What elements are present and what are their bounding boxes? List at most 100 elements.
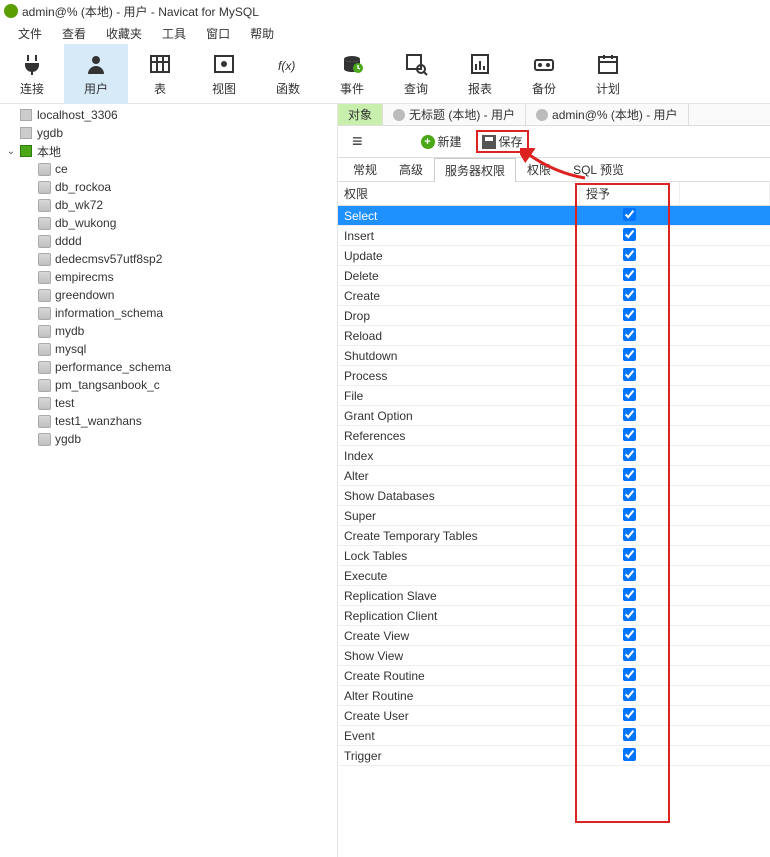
permission-row[interactable]: Grant Option [338,406,770,426]
menu-窗口[interactable]: 窗口 [196,23,240,44]
database-information_schema[interactable]: information_schema [0,304,337,322]
toolbar-report[interactable]: 报表 [448,44,512,104]
subtab-SQL 预览[interactable]: SQL 预览 [562,157,635,181]
database-db_wukong[interactable]: db_wukong [0,214,337,232]
menu-查看[interactable]: 查看 [52,23,96,44]
toolbar-query[interactable]: 查询 [384,44,448,104]
permission-row[interactable]: Replication Client [338,606,770,626]
grant-checkbox[interactable] [623,748,636,761]
permission-row[interactable]: Index [338,446,770,466]
toolbar-fx[interactable]: f(x)函数 [256,44,320,104]
grant-checkbox[interactable] [623,608,636,621]
database-db_rockoa[interactable]: db_rockoa [0,178,337,196]
caret-icon[interactable]: ⌄ [4,146,18,157]
database-performance_schema[interactable]: performance_schema [0,358,337,376]
tab[interactable]: 对象 [338,104,383,125]
grant-checkbox[interactable] [623,728,636,741]
toolbar-event[interactable]: 事件 [320,44,384,104]
database-dddd[interactable]: dddd [0,232,337,250]
menu-工具[interactable]: 工具 [152,23,196,44]
tab[interactable]: 无标题 (本地) - 用户 [383,104,526,125]
permission-row[interactable]: References [338,426,770,446]
grant-checkbox[interactable] [623,308,636,321]
permissions-table[interactable]: 权限 授予 SelectInsertUpdateDeleteCreateDrop… [338,182,770,766]
toolbar-user[interactable]: 用户 [64,44,128,104]
permission-row[interactable]: Create View [338,626,770,646]
database-greendown[interactable]: greendown [0,286,337,304]
connection-ygdb[interactable]: ygdb [0,124,337,142]
col-grant[interactable]: 授予 [580,182,680,206]
grant-checkbox[interactable] [623,668,636,681]
database-dedecmsv57utf8sp2[interactable]: dedecmsv57utf8sp2 [0,250,337,268]
permission-row[interactable]: Process [338,366,770,386]
permission-row[interactable]: Trigger [338,746,770,766]
permission-row[interactable]: Lock Tables [338,546,770,566]
grant-checkbox[interactable] [623,648,636,661]
grant-checkbox[interactable] [623,468,636,481]
grant-checkbox[interactable] [623,328,636,341]
grant-checkbox[interactable] [623,488,636,501]
database-test[interactable]: test [0,394,337,412]
permission-row[interactable]: Show Databases [338,486,770,506]
hamburger-icon[interactable]: ≡ [346,131,369,152]
permission-row[interactable]: Create [338,286,770,306]
grant-checkbox[interactable] [623,448,636,461]
grant-checkbox[interactable] [623,268,636,281]
permission-row[interactable]: Event [338,726,770,746]
permission-row[interactable]: Update [338,246,770,266]
database-mysql[interactable]: mysql [0,340,337,358]
menu-帮助[interactable]: 帮助 [240,23,284,44]
toolbar-schedule[interactable]: 计划 [576,44,640,104]
subtab-高级[interactable]: 高级 [388,157,434,181]
menu-收藏夹[interactable]: 收藏夹 [96,23,152,44]
permission-row[interactable]: Delete [338,266,770,286]
grant-checkbox[interactable] [623,368,636,381]
col-permission[interactable]: 权限 [338,182,580,206]
grant-checkbox[interactable] [623,428,636,441]
grant-checkbox[interactable] [623,408,636,421]
tab[interactable]: admin@% (本地) - 用户 [526,104,689,125]
database-test1_wanzhans[interactable]: test1_wanzhans [0,412,337,430]
grant-checkbox[interactable] [623,588,636,601]
permission-row[interactable]: Execute [338,566,770,586]
connection-tree[interactable]: localhost_3306ygdb⌄本地cedb_rockoadb_wk72d… [0,104,338,857]
permission-row[interactable]: Insert [338,226,770,246]
subtab-权限[interactable]: 权限 [516,157,562,181]
database-ygdb[interactable]: ygdb [0,430,337,448]
subtab-常规[interactable]: 常规 [342,157,388,181]
toolbar-table[interactable]: 表 [128,44,192,104]
permission-row[interactable]: Shutdown [338,346,770,366]
database-mydb[interactable]: mydb [0,322,337,340]
grant-checkbox[interactable] [623,688,636,701]
permission-row[interactable]: Replication Slave [338,586,770,606]
subtab-服务器权限[interactable]: 服务器权限 [434,158,516,182]
permission-row[interactable]: Drop [338,306,770,326]
database-empirecms[interactable]: empirecms [0,268,337,286]
permission-row[interactable]: Alter [338,466,770,486]
menu-文件[interactable]: 文件 [8,23,52,44]
new-button[interactable]: + 新建 [415,131,468,152]
database-ce[interactable]: ce [0,160,337,178]
connection-localhost_3306[interactable]: localhost_3306 [0,106,337,124]
permission-row[interactable]: Super [338,506,770,526]
database-db_wk72[interactable]: db_wk72 [0,196,337,214]
toolbar-backup[interactable]: 备份 [512,44,576,104]
connection-本地[interactable]: ⌄本地 [0,142,337,160]
toolbar-view[interactable]: 视图 [192,44,256,104]
permission-row[interactable]: Select [338,206,770,226]
toolbar-plug[interactable]: 连接 [0,44,64,104]
grant-checkbox[interactable] [623,248,636,261]
grant-checkbox[interactable] [623,508,636,521]
grant-checkbox[interactable] [623,208,636,221]
grant-checkbox[interactable] [623,568,636,581]
grant-checkbox[interactable] [623,288,636,301]
grant-checkbox[interactable] [623,388,636,401]
permission-row[interactable]: Create Temporary Tables [338,526,770,546]
permission-row[interactable]: Alter Routine [338,686,770,706]
permission-row[interactable]: Create User [338,706,770,726]
permission-row[interactable]: Show View [338,646,770,666]
grant-checkbox[interactable] [623,708,636,721]
grant-checkbox[interactable] [623,228,636,241]
save-button[interactable]: 保存 [476,130,529,153]
grant-checkbox[interactable] [623,628,636,641]
